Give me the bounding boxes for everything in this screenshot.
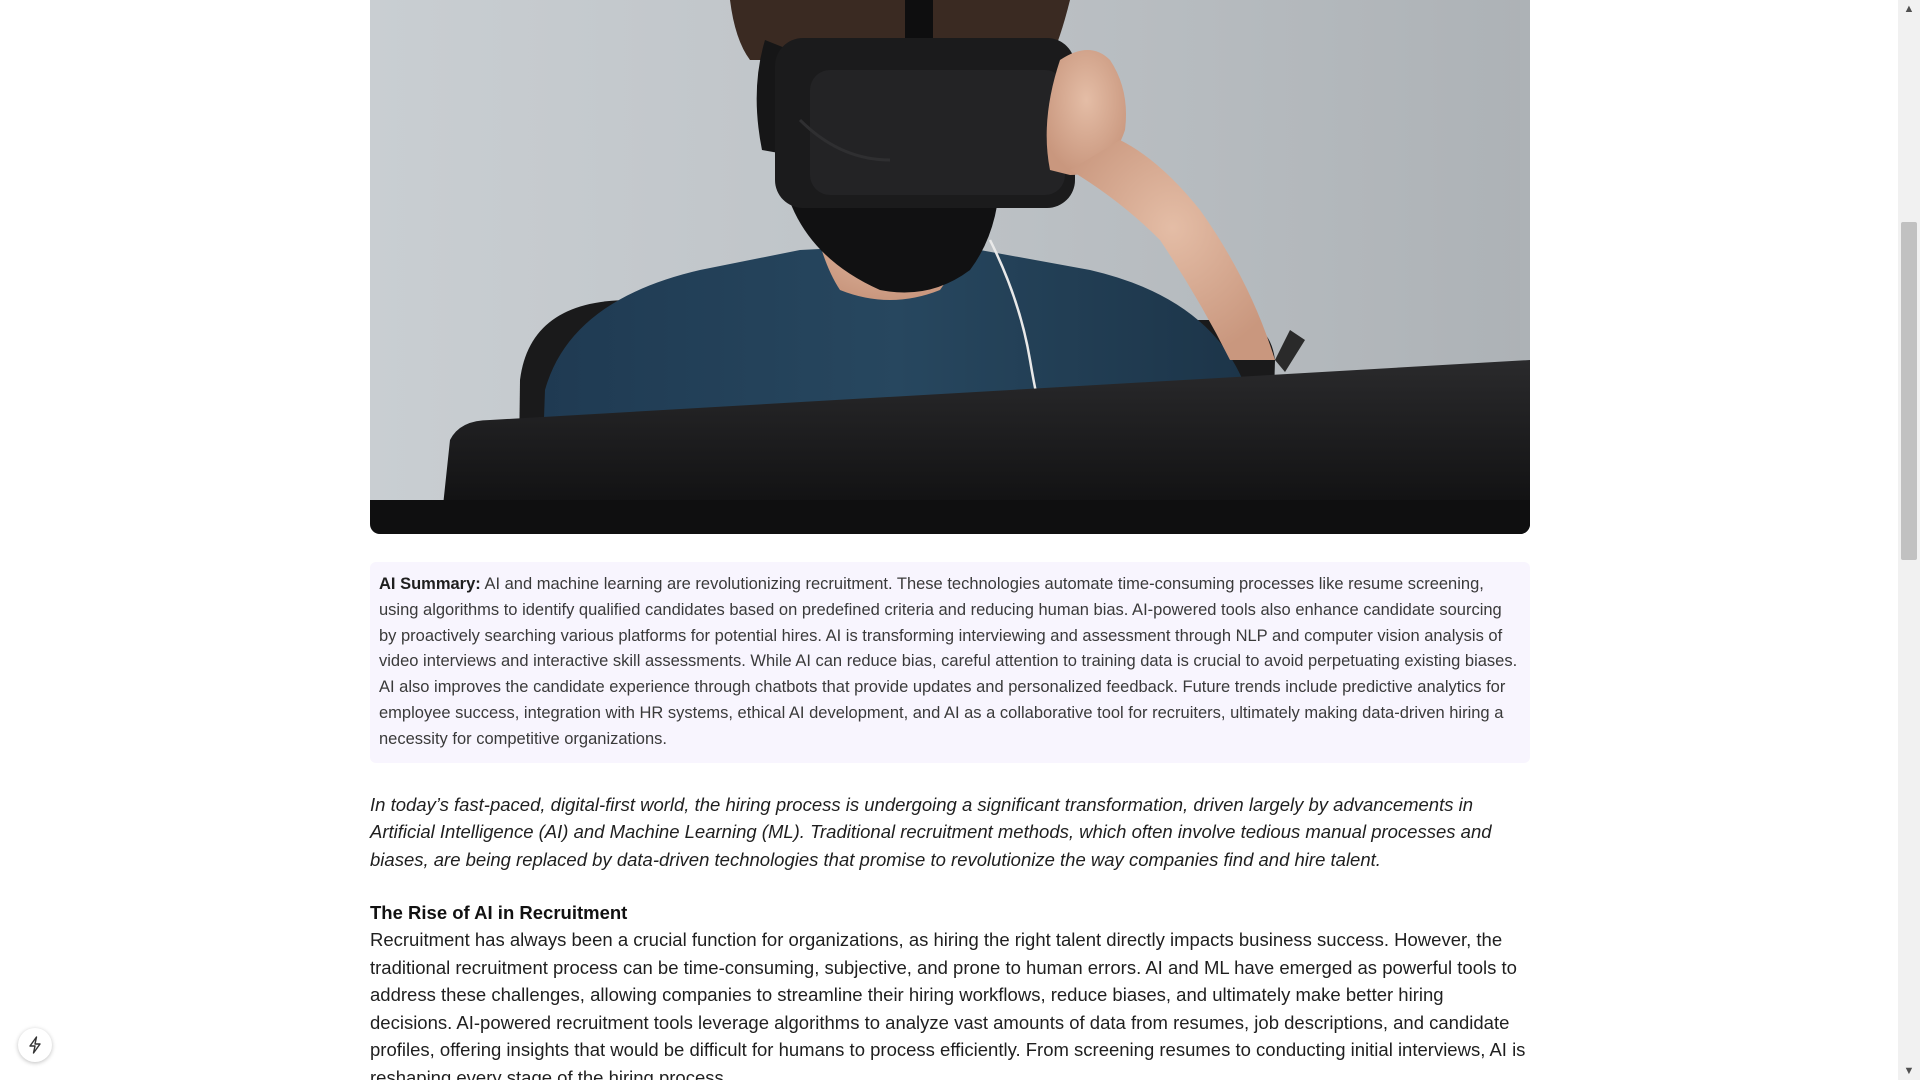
ai-summary-label: AI Summary: <box>379 575 481 593</box>
ai-summary-text: AI and machine learning are revolutioniz… <box>379 575 1518 748</box>
hero-image <box>370 0 1530 534</box>
article: AI Summary: AI and machine learning are … <box>370 0 1530 1080</box>
section-body: Recruitment has always been a crucial fu… <box>370 929 1526 1080</box>
vr-headset-photo <box>370 0 1530 534</box>
page: AI Summary: AI and machine learning are … <box>0 0 1920 1080</box>
triangle-down-icon[interactable]: ▼ <box>1898 1062 1920 1080</box>
article-intro: In today’s fast-paced, digital-first wor… <box>370 793 1492 870</box>
triangle-up-icon[interactable]: ▲ <box>1898 0 1920 18</box>
section-heading: The Rise of AI in Recruitment <box>370 902 628 924</box>
floating-action-button[interactable] <box>18 1028 52 1062</box>
ai-summary-box: AI Summary: AI and machine learning are … <box>370 562 1530 763</box>
lightning-bolt-icon <box>29 1036 41 1054</box>
vertical-scrollbar[interactable]: ▲ ▼ <box>1898 0 1920 1080</box>
scrollbar-thumb[interactable] <box>1901 222 1917 560</box>
